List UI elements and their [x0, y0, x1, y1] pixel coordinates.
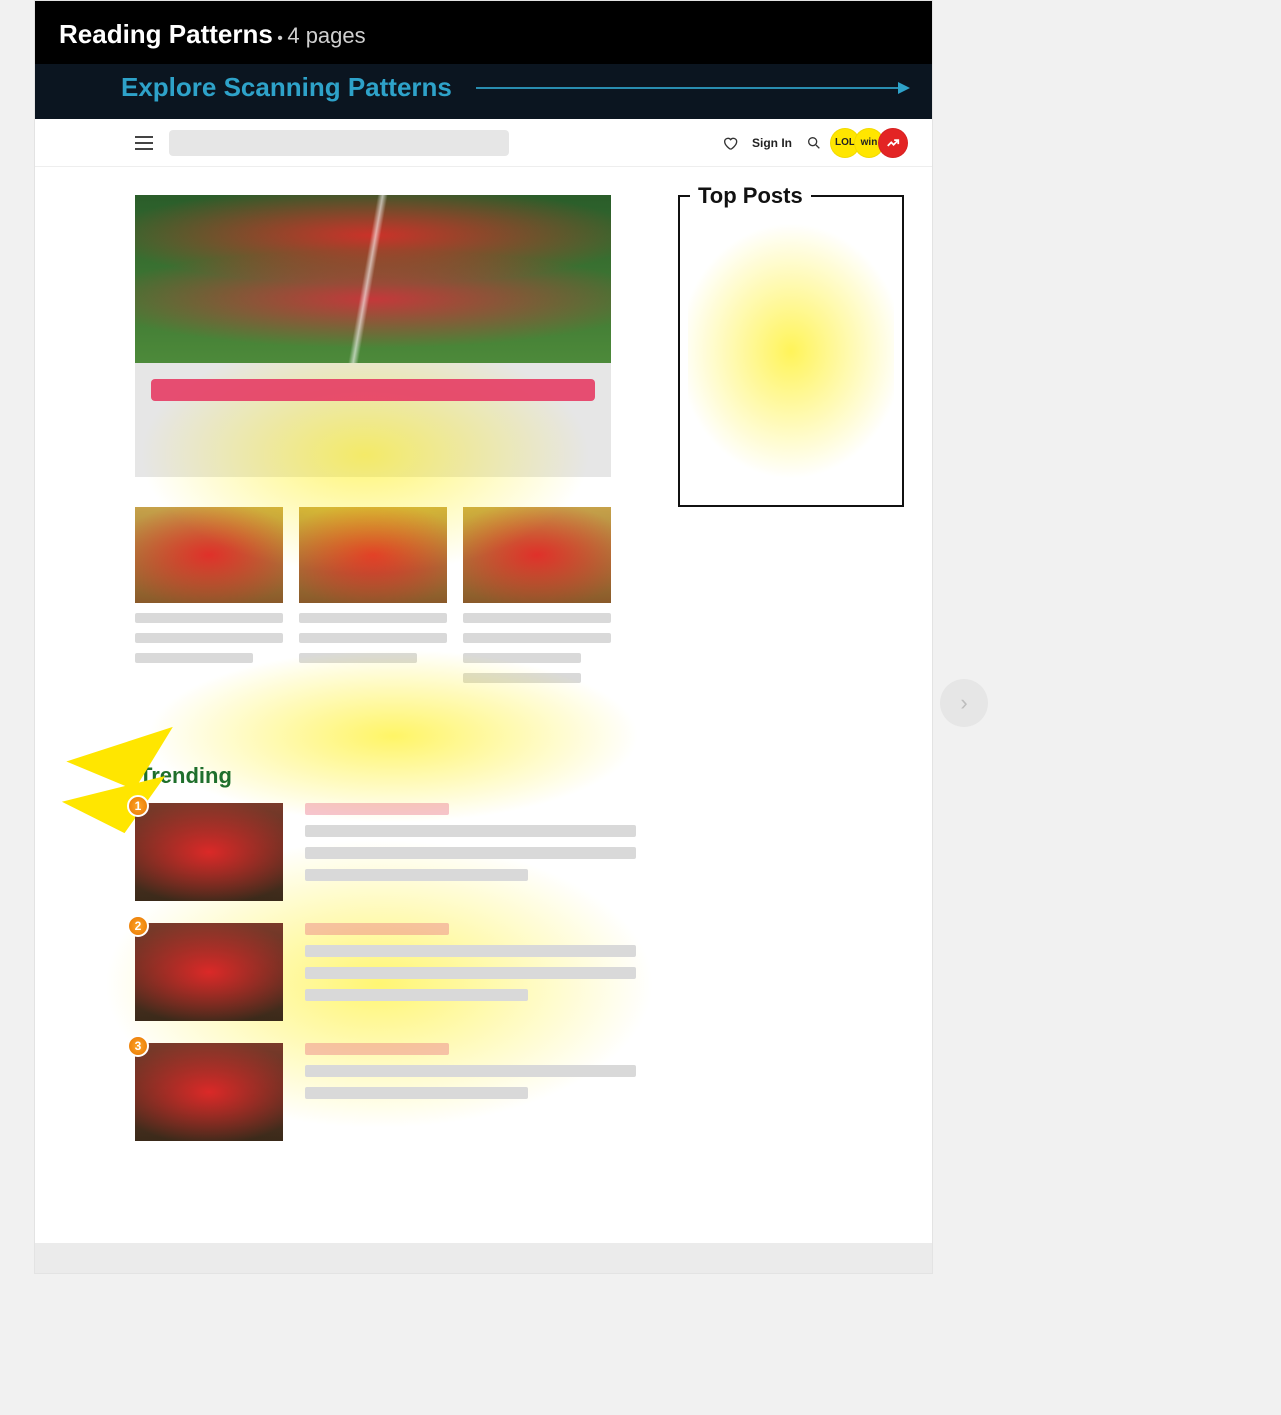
- slide-card: Reading Patterns • 4 pages Explore Scann…: [34, 0, 933, 1274]
- sign-in-link[interactable]: Sign In: [752, 136, 792, 150]
- text-placeholder: [463, 673, 581, 683]
- story-tile[interactable]: [299, 507, 447, 683]
- text-placeholder: [299, 633, 447, 643]
- badge-trending[interactable]: [878, 128, 908, 158]
- trending-text: [305, 923, 665, 1011]
- text-placeholder: [305, 847, 636, 859]
- site-topbar: Sign In LOL win: [35, 119, 932, 167]
- trending-text: [305, 1043, 665, 1109]
- trending-thumb: [135, 923, 283, 1021]
- story-tile[interactable]: [135, 507, 283, 683]
- explore-strip[interactable]: Explore Scanning Patterns: [35, 64, 932, 119]
- trending-row[interactable]: 1: [135, 803, 904, 901]
- story-thumb: [299, 507, 447, 603]
- next-page-button[interactable]: ›: [940, 679, 988, 727]
- text-placeholder: [135, 653, 253, 663]
- embedded-site: Sign In LOL win: [35, 119, 932, 1203]
- trending-thumb: [135, 1043, 283, 1141]
- trending-thumb: [135, 803, 283, 901]
- text-placeholder: [305, 967, 636, 979]
- text-placeholder: [463, 613, 611, 623]
- separator-dot: •: [277, 30, 287, 47]
- text-placeholder: [305, 945, 636, 957]
- badge-group: LOL win: [836, 128, 908, 158]
- text-placeholder: [305, 1087, 528, 1099]
- arrow-right-icon: [476, 87, 908, 89]
- text-placeholder: [305, 825, 636, 837]
- chevron-right-icon: ›: [960, 690, 967, 716]
- rank-badge: 3: [127, 1035, 149, 1057]
- story-tile[interactable]: [463, 507, 611, 683]
- hero-image-split: [135, 195, 611, 363]
- trending-section: Trending 1 2: [135, 763, 904, 1141]
- text-placeholder: [463, 633, 611, 643]
- site-content: Top Posts Trending 1: [35, 167, 932, 1141]
- hero-image: [135, 195, 611, 363]
- topbar-right: Sign In LOL win: [722, 128, 908, 158]
- explore-label: Explore Scanning Patterns: [121, 72, 452, 103]
- top-posts-frame: Top Posts: [678, 195, 904, 507]
- text-placeholder: [299, 653, 417, 663]
- search-icon[interactable]: [806, 135, 822, 151]
- top-posts-box[interactable]: Top Posts: [678, 195, 904, 507]
- text-placeholder: [299, 613, 447, 623]
- trending-row[interactable]: 3: [135, 1043, 904, 1141]
- trending-text: [305, 803, 665, 891]
- text-placeholder: [305, 869, 528, 881]
- page-stage: Reading Patterns • 4 pages Explore Scann…: [0, 0, 1281, 1415]
- text-placeholder: [305, 1043, 449, 1055]
- story-thumb: [135, 507, 283, 603]
- rank-badge: 2: [127, 915, 149, 937]
- slide-header: Reading Patterns • 4 pages: [35, 1, 932, 64]
- heatmap-glow: [688, 205, 894, 497]
- story-thumb: [463, 507, 611, 603]
- search-input[interactable]: [169, 130, 509, 156]
- card-footer-strip: [35, 1243, 932, 1273]
- text-placeholder: [135, 613, 283, 623]
- text-placeholder: [305, 803, 449, 815]
- text-placeholder: [305, 989, 528, 1001]
- text-placeholder: [135, 633, 283, 643]
- text-placeholder: [305, 1065, 636, 1077]
- page-count: 4 pages: [287, 23, 365, 48]
- story-row: [135, 507, 904, 683]
- heart-icon[interactable]: [722, 135, 738, 151]
- trending-heading: Trending: [139, 763, 904, 789]
- text-placeholder: [305, 923, 449, 935]
- trending-up-icon: [886, 136, 900, 150]
- slide-title: Reading Patterns: [59, 19, 273, 49]
- text-placeholder: [463, 653, 581, 663]
- hero-block[interactable]: [135, 195, 611, 477]
- hamburger-icon[interactable]: [135, 136, 153, 150]
- trending-row[interactable]: 2: [135, 923, 904, 1021]
- hero-headline-placeholder: [151, 379, 595, 401]
- rank-badge: 1: [127, 795, 149, 817]
